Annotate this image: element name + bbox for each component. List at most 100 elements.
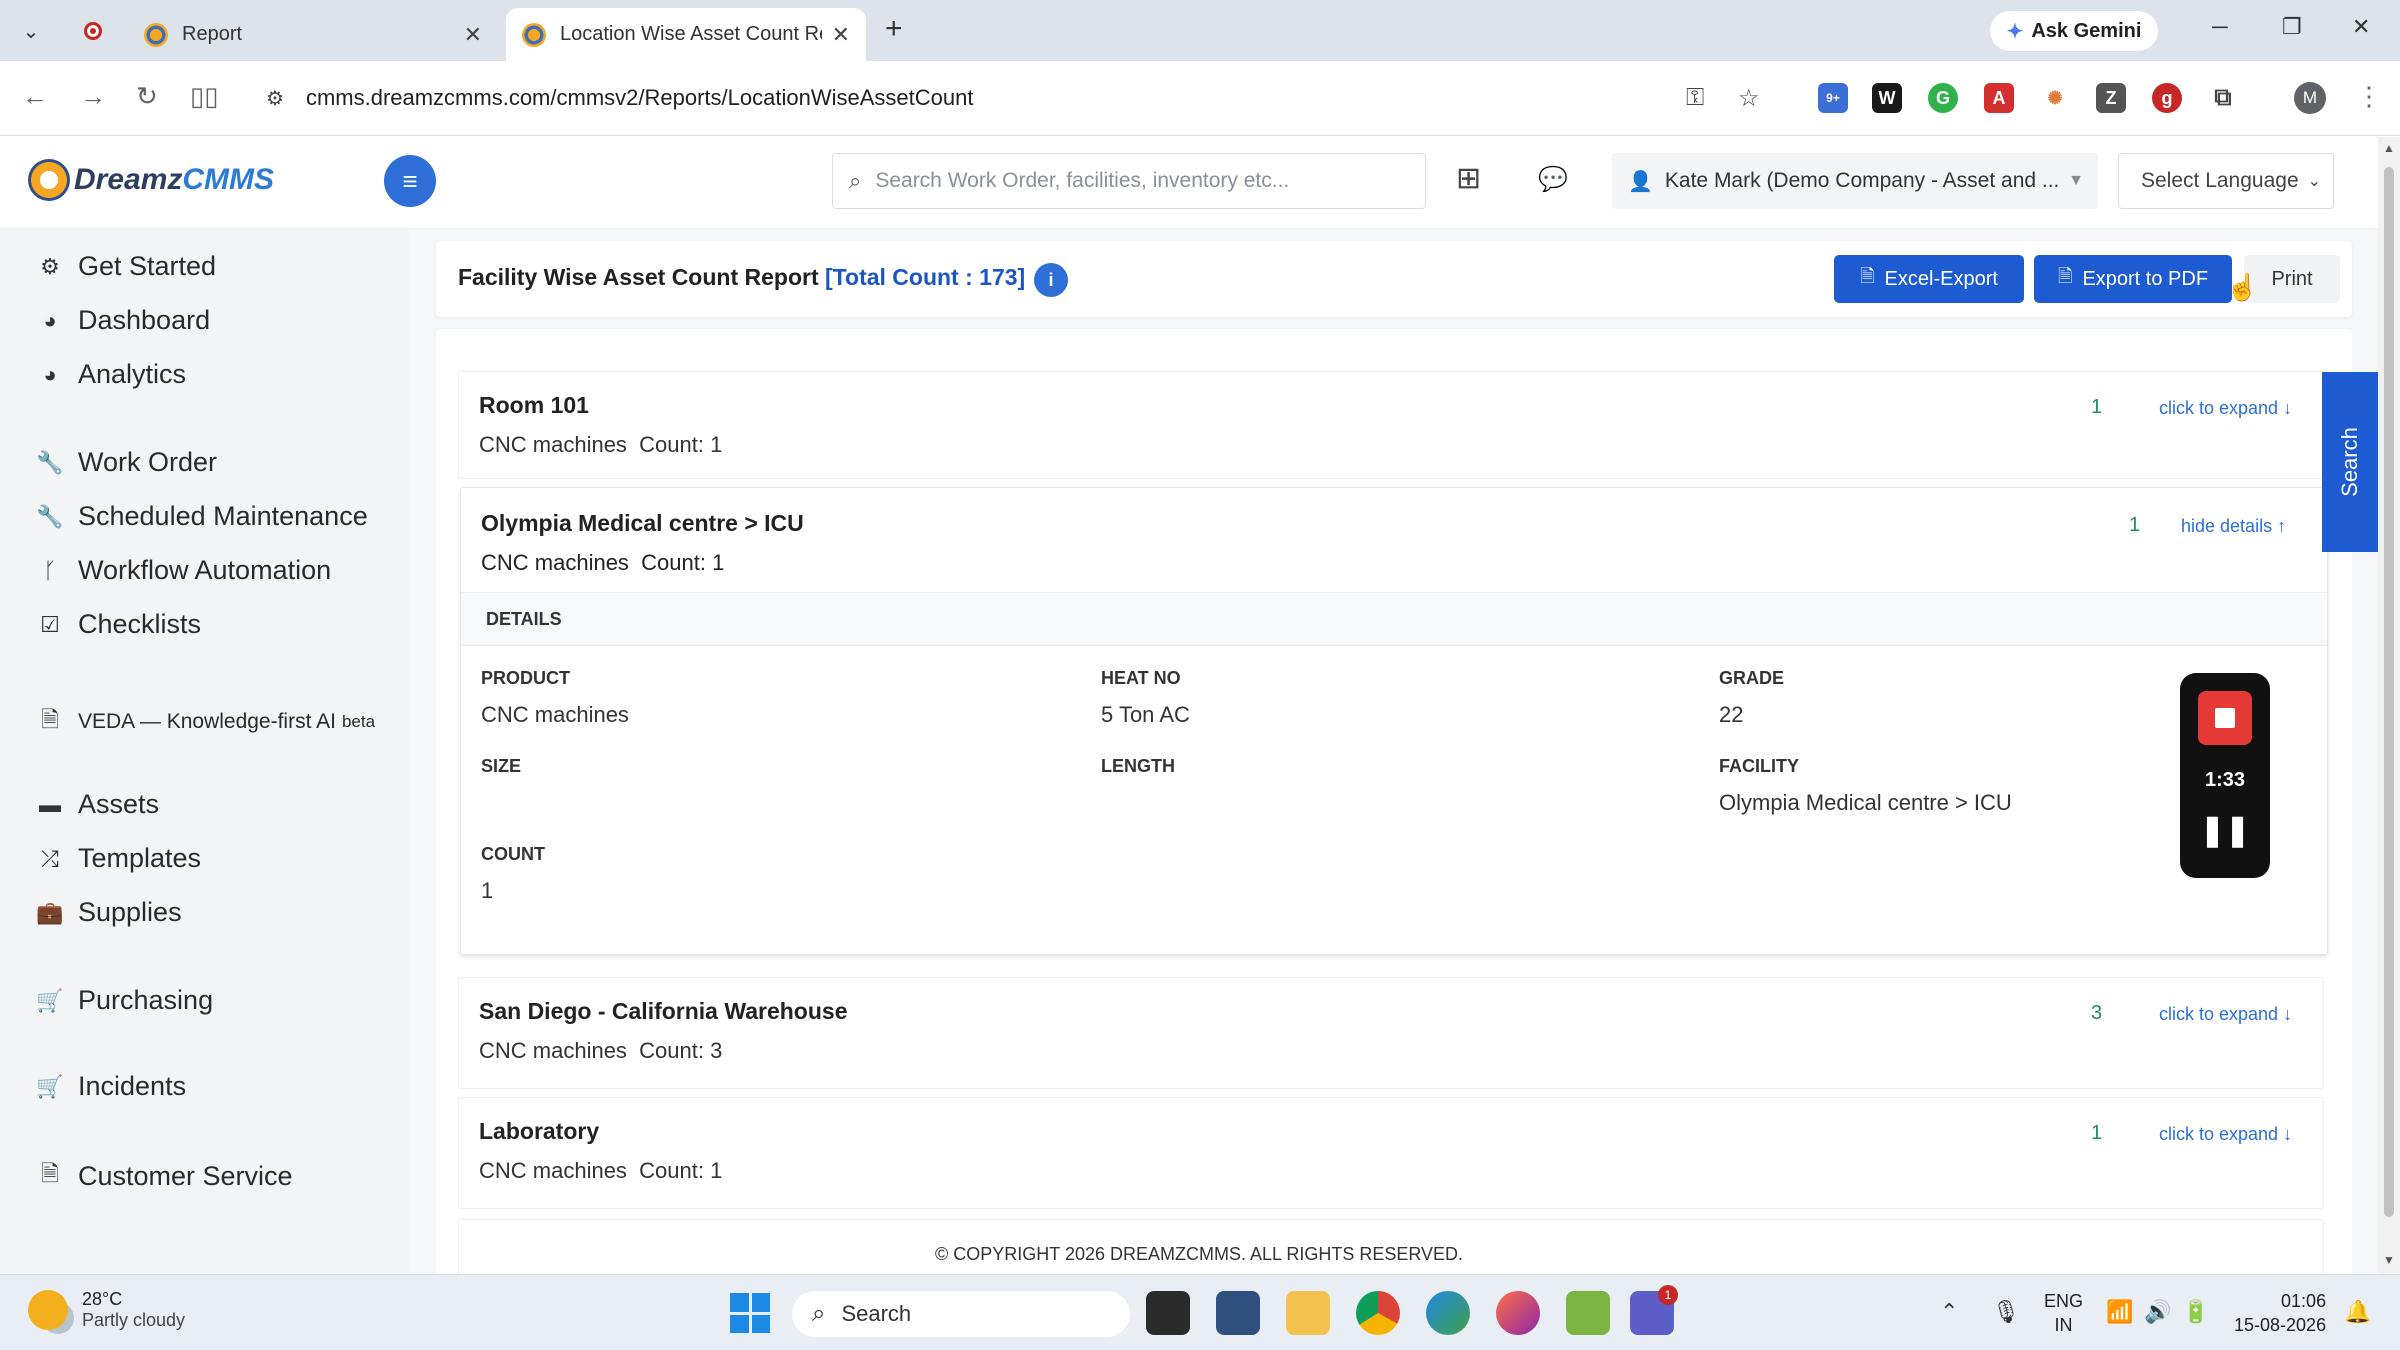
sidebar-item-veda[interactable]: 🗎 VEDA — Knowledge-first AI beta [36, 703, 375, 741]
extension-z-icon[interactable]: Z [2096, 83, 2126, 113]
restore-icon[interactable]: ❐ [2282, 14, 2302, 40]
record-indicator-icon[interactable] [74, 12, 112, 50]
extension-g-icon[interactable]: g [2152, 83, 2182, 113]
browser-menu-icon[interactable]: ⋮ [2356, 81, 2382, 112]
edge-icon[interactable] [1426, 1291, 1470, 1335]
weather-widget[interactable]: 28°C Partly cloudy [28, 1289, 185, 1331]
page-scrollbar[interactable]: ▲ ▼ [2378, 137, 2400, 1274]
sidebar-item-dashboard[interactable]: ◕ Dashboard [36, 305, 210, 336]
scrollbar-thumb[interactable] [2384, 167, 2394, 1217]
extension-grammarly-icon[interactable]: G [1928, 83, 1958, 113]
sidebar-item-assets[interactable]: ▬ Assets [36, 789, 159, 820]
sidebar-item-workflow-automation[interactable]: ᚴ Workflow Automation [36, 555, 331, 586]
wifi-icon[interactable]: 📶 [2106, 1299, 2133, 1325]
new-tab-icon[interactable]: + [885, 12, 903, 46]
facility-value: Olympia Medical centre > ICU [1719, 790, 2012, 815]
list-item[interactable]: Laboratory CNC machines Count: 1 1 click… [458, 1097, 2324, 1209]
site-settings-icon[interactable]: ⚙ [266, 86, 284, 111]
back-icon[interactable]: ← [22, 81, 48, 112]
list-item[interactable]: San Diego - California Warehouse CNC mac… [458, 977, 2324, 1089]
stop-recording-button[interactable] [2198, 691, 2252, 745]
extension-badge-icon[interactable]: 9+ [1818, 83, 1848, 113]
browser-tab-active[interactable]: Location Wise Asset Count Rep ✕ [506, 8, 866, 61]
sidebar-item-analytics[interactable]: ◕ Analytics [36, 359, 186, 390]
count-badge: 1 [2129, 514, 2141, 536]
sidebar-item-get-started[interactable]: ⚙ Get Started [36, 251, 216, 282]
microphone-icon[interactable]: 🎙 [1992, 1299, 2020, 1325]
browser-tab-report[interactable]: Report ✕ [128, 8, 498, 61]
expand-toggle[interactable]: click to expand ↓ [2159, 398, 2292, 419]
forward-icon[interactable]: → [80, 81, 106, 112]
extension-pdf-icon[interactable]: A [1984, 83, 2014, 113]
extension-w-icon[interactable]: W [1872, 83, 1902, 113]
print-button[interactable]: Print [2244, 255, 2340, 303]
search-side-tab[interactable]: Search [2322, 372, 2378, 552]
close-tab-icon[interactable]: ✕ [464, 22, 482, 48]
excel-export-button[interactable]: 🗎 Excel-Export [1834, 255, 2024, 303]
page-title: Facility Wise Asset Count Report [Total … [458, 264, 1025, 291]
reading-mode-icon[interactable]: ▯▯ [190, 81, 219, 112]
bookmark-star-icon[interactable]: ☆ [1738, 84, 1760, 113]
reload-icon[interactable]: ↻ [136, 81, 158, 112]
close-window-icon[interactable]: ✕ [2352, 14, 2370, 40]
firefox-icon[interactable] [1496, 1291, 1540, 1335]
sidebar-item-templates[interactable]: ⤮ Templates [36, 843, 201, 874]
tray-overflow-icon[interactable]: ⌃ [1940, 1299, 1958, 1325]
url-field[interactable]: ⚙ cmms.dreamzcmms.com/cmmsv2/Reports/Loc… [246, 73, 1782, 123]
export-pdf-button[interactable]: 🗎 Export to PDF [2034, 255, 2232, 303]
chrome-icon[interactable] [1356, 1291, 1400, 1335]
chevron-down-icon: ▼ [2068, 172, 2084, 189]
sidebar-item-customer-service[interactable]: 🗎 Customer Service [36, 1157, 292, 1195]
list-item-expanded[interactable]: Olympia Medical centre > ICU CNC machine… [460, 487, 2328, 955]
dreamz-logo[interactable]: DreamzCMMS [28, 159, 274, 201]
ask-gemini-button[interactable]: ✦ Ask Gemini [1990, 11, 2158, 51]
sidebar-item-scheduled-maintenance[interactable]: 🔧 Scheduled Maintenance [36, 501, 368, 532]
battery-icon[interactable]: 🔋 [2182, 1299, 2209, 1325]
key-icon[interactable]: ⚿ [1686, 84, 1704, 112]
app-header: DreamzCMMS ≡ ⌕ Search Work Order, facili… [0, 137, 2388, 229]
sidebar-item-supplies[interactable]: 💼 Supplies [36, 897, 181, 928]
notification-bell-icon[interactable]: 🔔 [2344, 1299, 2371, 1325]
menu-toggle-button[interactable]: ≡ [384, 155, 436, 207]
scroll-down-icon[interactable]: ▼ [2383, 1253, 2395, 1267]
extension-sparkle-icon[interactable]: ✺ [2040, 83, 2070, 113]
volume-icon[interactable]: 🔊 [2144, 1299, 2171, 1325]
hide-details-toggle[interactable]: hide details ↑ [2181, 516, 2286, 537]
sidebar-item-label: Scheduled Maintenance [78, 501, 368, 531]
sidebar-item-incidents[interactable]: 🛒 Incidents [36, 1071, 186, 1102]
asset-summary: CNC machines Count: 1 [479, 1158, 723, 1183]
sidebar-item-checklists[interactable]: ☑ Checklists [36, 609, 201, 640]
list-item[interactable]: Room 101 CNC machines Count: 1 1 click t… [458, 371, 2324, 479]
language-select[interactable]: Select Language ⌄ [2118, 153, 2334, 209]
taskbar-clock[interactable]: 01:06 15-08-2026 [2234, 1289, 2326, 1337]
minimize-icon[interactable]: ─ [2212, 14, 2228, 40]
scan-icon[interactable]: ⊞ [1456, 161, 1481, 196]
input-language[interactable]: ENG IN [2044, 1289, 2083, 1337]
teams-icon[interactable]: 1 [1630, 1285, 1678, 1335]
close-tab-icon[interactable]: ✕ [832, 22, 850, 48]
file-explorer-icon[interactable] [1286, 1291, 1330, 1335]
chat-icon[interactable]: 💬 [1538, 165, 1568, 194]
tab-title: Location Wise Asset Count Rep [560, 23, 822, 45]
task-view-icon[interactable] [1146, 1291, 1190, 1335]
profile-avatar[interactable]: M [2294, 82, 2326, 114]
clock-time: 01:06 [2281, 1291, 2327, 1311]
user-dropdown[interactable]: 👤 Kate Mark (Demo Company - Asset and ..… [1612, 153, 2098, 209]
sidebar-item-purchasing[interactable]: 🛒 Purchasing [36, 985, 213, 1016]
pause-icon[interactable]: ❚❚ [2180, 813, 2270, 848]
extensions-puzzle-icon[interactable]: ⧉ [2208, 83, 2238, 113]
expand-toggle[interactable]: click to expand ↓ [2159, 1124, 2292, 1145]
photos-app-icon[interactable] [1566, 1291, 1610, 1335]
windows-start-icon[interactable] [730, 1293, 770, 1333]
expand-toggle[interactable]: click to expand ↓ [2159, 1004, 2292, 1025]
global-search-input[interactable]: ⌕ Search Work Order, facilities, invento… [832, 153, 1426, 209]
windows-taskbar: 28°C Partly cloudy ⌕ Search 1 ⌃ 🎙 ENG IN 📶… [0, 1274, 2400, 1350]
scroll-up-icon[interactable]: ▲ [2383, 141, 2395, 155]
sidebar-item-work-order[interactable]: 🔧 Work Order [36, 447, 217, 478]
info-icon[interactable]: i [1034, 263, 1068, 297]
weather-temp: 28°C [82, 1289, 123, 1309]
tab-search-chevron-icon[interactable]: ⌄ [12, 12, 50, 50]
count-badge: 3 [2091, 1002, 2103, 1024]
mail-app-icon[interactable] [1216, 1291, 1260, 1335]
taskbar-search[interactable]: ⌕ Search [792, 1291, 1130, 1337]
